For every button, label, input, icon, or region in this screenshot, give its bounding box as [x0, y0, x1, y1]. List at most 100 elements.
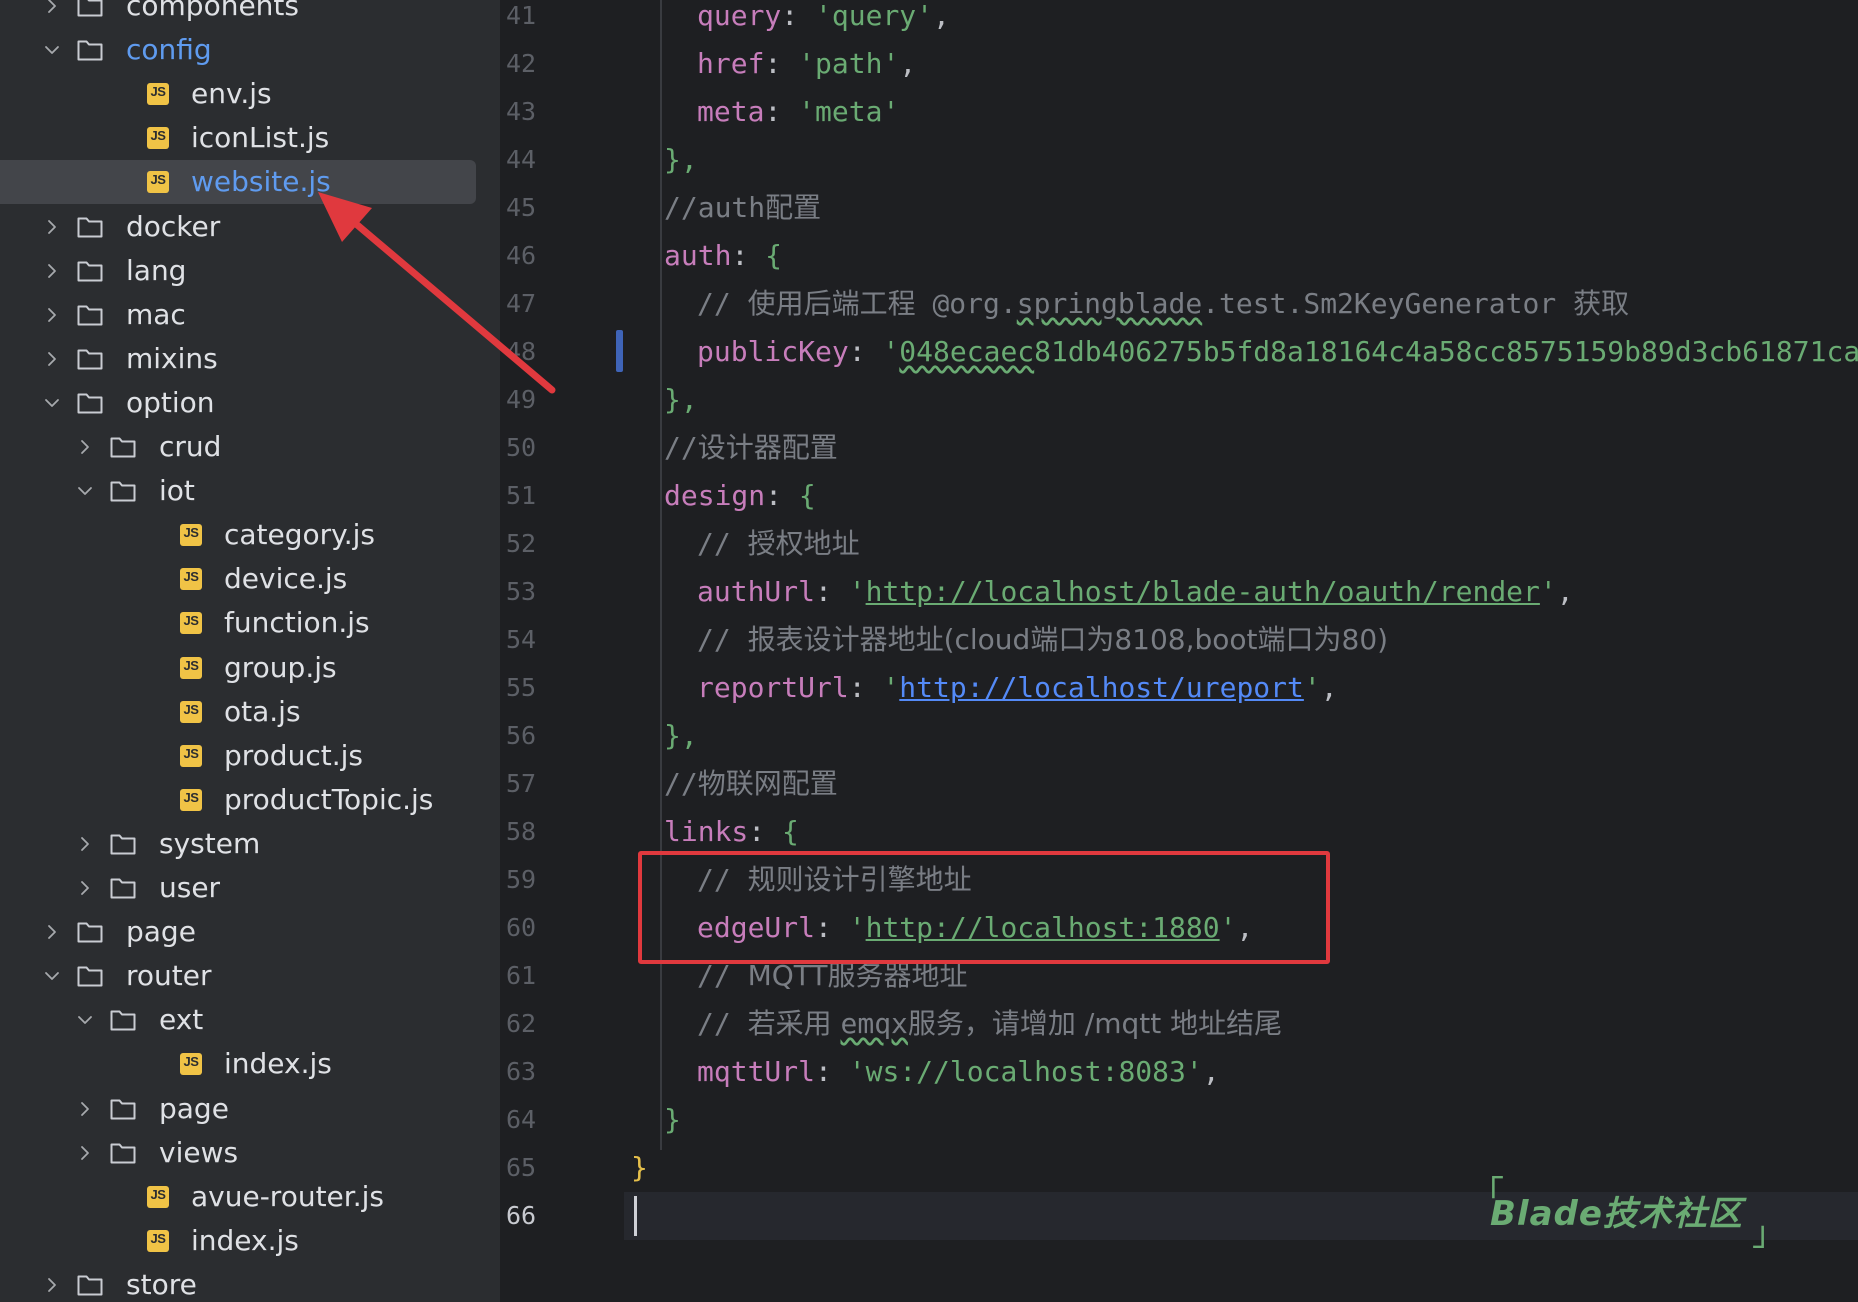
- tree-item-label: system: [159, 826, 261, 860]
- tree-item[interactable]: system: [0, 822, 476, 866]
- tree-item[interactable]: JS index.js: [0, 1042, 476, 1086]
- line-number[interactable]: 66: [500, 1192, 598, 1240]
- indent-guide: [660, 520, 662, 730]
- line-number[interactable]: 58: [500, 808, 598, 856]
- code-line-62: // 若采用 emqx服务，请增加 /mqtt 地址结尾: [697, 1007, 1283, 1040]
- line-number[interactable]: 64: [500, 1096, 598, 1144]
- tree-item[interactable]: JS iconList.js: [0, 116, 476, 160]
- folder-icon: [76, 0, 104, 20]
- line-number[interactable]: 60: [500, 904, 598, 952]
- chevron-right-icon[interactable]: [40, 1273, 64, 1297]
- code-line-63: mqttUrl: 'ws://localhost:8083',: [697, 1055, 1220, 1088]
- tree-item[interactable]: JS env.js: [0, 72, 476, 116]
- tree-item-label: store: [126, 1267, 197, 1301]
- folder-icon: [76, 36, 104, 64]
- tree-item[interactable]: JS category.js: [0, 513, 476, 557]
- js-file-icon: JS: [177, 698, 205, 726]
- tree-item[interactable]: JS productTopic.js: [0, 778, 476, 822]
- chevron-right-icon[interactable]: [40, 215, 64, 239]
- chevron-right-icon[interactable]: [73, 435, 97, 459]
- line-number[interactable]: 42: [500, 40, 598, 88]
- folder-icon: [76, 213, 104, 241]
- tree-item[interactable]: ext: [0, 998, 476, 1042]
- js-file-icon: JS: [177, 609, 205, 637]
- chevron-right-icon[interactable]: [73, 832, 97, 856]
- auth-url-link[interactable]: http://localhost/blade-auth/oauth/render: [866, 575, 1540, 608]
- line-number[interactable]: 63: [500, 1048, 598, 1096]
- code-editor[interactable]: query: 'query', href: 'path', meta: 'met…: [624, 0, 1858, 1302]
- chevron-right-icon[interactable]: [40, 347, 64, 371]
- chevron-right-icon[interactable]: [40, 0, 64, 18]
- chevron-right-icon[interactable]: [73, 876, 97, 900]
- js-file-icon: JS: [177, 565, 205, 593]
- tree-item-label: category.js: [224, 518, 376, 552]
- tree-item[interactable]: JS ota.js: [0, 690, 476, 734]
- tree-item-label: index.js: [224, 1047, 332, 1081]
- line-number[interactable]: 56: [500, 712, 598, 760]
- chevron-down-icon[interactable]: [73, 479, 97, 503]
- js-file-icon: JS: [177, 1050, 205, 1078]
- tree-item-label: function.js: [224, 606, 370, 640]
- line-number[interactable]: 54: [500, 616, 598, 664]
- line-number[interactable]: 57: [500, 760, 598, 808]
- tree-item[interactable]: components: [0, 0, 476, 28]
- tree-item[interactable]: JS product.js: [0, 734, 476, 778]
- tree-item[interactable]: JS index.js: [0, 1219, 476, 1263]
- tree-item[interactable]: store: [0, 1263, 476, 1302]
- line-number[interactable]: 52: [500, 520, 598, 568]
- chevron-down-icon[interactable]: [40, 38, 64, 62]
- tree-item-label: productTopic.js: [224, 782, 434, 816]
- chevron-right-icon[interactable]: [73, 1141, 97, 1165]
- folder-icon: [76, 389, 104, 417]
- line-number[interactable]: 50: [500, 424, 598, 472]
- tree-item[interactable]: page: [0, 1087, 476, 1131]
- chevron-right-icon[interactable]: [40, 920, 64, 944]
- code-line-65: }: [631, 1151, 648, 1184]
- watermark-text: Blade技术社区: [1490, 1194, 1743, 1234]
- line-number[interactable]: 61: [500, 952, 598, 1000]
- code-line-53: authUrl: 'http://localhost/blade-auth/oa…: [697, 575, 1574, 608]
- tree-item-label: device.js: [224, 562, 348, 596]
- code-line-46: auth: {: [664, 239, 783, 272]
- tree-item[interactable]: JS group.js: [0, 646, 476, 690]
- tree-item[interactable]: user: [0, 866, 476, 910]
- tree-item[interactable]: router: [0, 954, 476, 998]
- tree-item-label: components: [126, 0, 299, 22]
- line-number[interactable]: 53: [500, 568, 598, 616]
- js-file-icon: JS: [144, 1183, 172, 1211]
- tree-item-label: product.js: [224, 738, 363, 772]
- line-number[interactable]: 43: [500, 88, 598, 136]
- annotation-highlight-box: [638, 851, 1330, 964]
- chevron-right-icon[interactable]: [40, 303, 64, 327]
- tree-item-label: ext: [159, 1003, 204, 1037]
- watermark-close-bracket: 」: [1752, 1214, 1786, 1254]
- chevron-down-icon[interactable]: [73, 1008, 97, 1032]
- line-number[interactable]: 51: [500, 472, 598, 520]
- tree-item[interactable]: JS device.js: [0, 557, 476, 601]
- tree-item[interactable]: page: [0, 910, 476, 954]
- js-file-icon: JS: [177, 654, 205, 682]
- folder-icon: [109, 477, 137, 505]
- tree-item[interactable]: config: [0, 28, 476, 72]
- folder-icon: [109, 874, 137, 902]
- tree-item[interactable]: iot: [0, 469, 476, 513]
- tree-item-label: page: [126, 915, 196, 949]
- chevron-right-icon[interactable]: [40, 259, 64, 283]
- line-number[interactable]: 65: [500, 1144, 598, 1192]
- chevron-down-icon[interactable]: [40, 964, 64, 988]
- change-marker[interactable]: [616, 330, 623, 372]
- line-number[interactable]: 55: [500, 664, 598, 712]
- chevron-down-icon[interactable]: [40, 391, 64, 415]
- line-number[interactable]: 62: [500, 1000, 598, 1048]
- chevron-right-icon[interactable]: [73, 1097, 97, 1121]
- tree-item[interactable]: crud: [0, 425, 476, 469]
- report-url-link[interactable]: http://localhost/ureport: [899, 671, 1304, 704]
- line-number[interactable]: 41: [500, 0, 598, 40]
- line-number[interactable]: 44: [500, 136, 598, 184]
- tree-item[interactable]: views: [0, 1131, 476, 1175]
- annotation-arrow: [318, 192, 556, 394]
- line-number[interactable]: 59: [500, 856, 598, 904]
- tree-item[interactable]: JS function.js: [0, 601, 476, 645]
- code-line-45: //auth配置: [664, 191, 822, 224]
- tree-item[interactable]: JS avue-router.js: [0, 1175, 476, 1219]
